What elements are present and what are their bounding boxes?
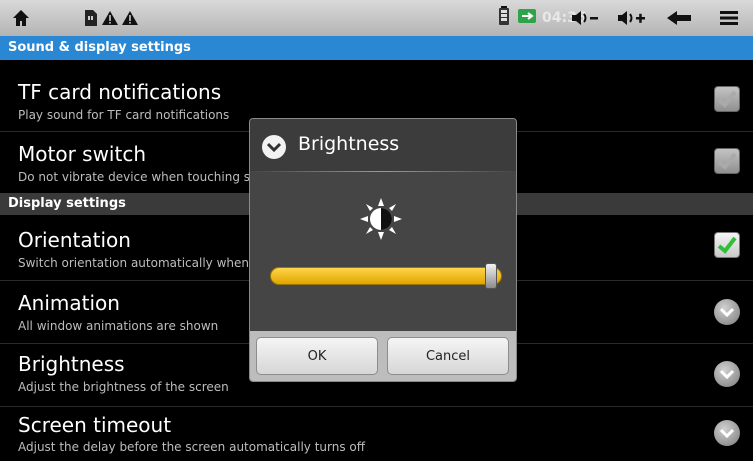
page-title: Sound & display settings <box>8 40 191 55</box>
setting-title: TF card notifications <box>18 80 222 104</box>
chevron-down-icon[interactable] <box>714 420 740 446</box>
brightness-icon <box>360 198 402 240</box>
volume-down-icon[interactable] <box>570 0 600 36</box>
menu-icon[interactable] <box>716 0 742 36</box>
dialog-header: Brightness <box>250 119 516 171</box>
dialog-chevron-icon <box>262 135 286 159</box>
setting-subtitle: Do not vibrate device when touching scre… <box>18 170 284 184</box>
dialog-title: Brightness <box>298 133 400 155</box>
cancel-button[interactable]: Cancel <box>387 337 509 375</box>
setting-title: Brightness <box>18 352 125 376</box>
brightness-slider-thumb[interactable] <box>485 263 498 289</box>
setting-title: Animation <box>18 291 120 315</box>
warning-icon <box>120 0 140 36</box>
setting-title: Orientation <box>18 228 131 252</box>
brightness-slider-track[interactable] <box>270 267 502 285</box>
orientation-checkbox[interactable] <box>714 232 740 258</box>
status-bar: 04:36 <box>0 0 753 36</box>
setting-title: Screen timeout <box>18 413 172 437</box>
ok-button[interactable]: OK <box>256 337 378 375</box>
brightness-dialog: Brightness OK Cancel <box>249 118 517 382</box>
setting-subtitle: Adjust the brightness of the screen <box>18 380 229 394</box>
setting-subtitle: All window animations are shown <box>18 319 219 333</box>
warning-icon <box>100 0 120 36</box>
setting-subtitle: Adjust the delay before the screen autom… <box>18 440 366 454</box>
setting-subtitle: Play sound for TF card notifications <box>18 108 230 122</box>
home-icon[interactable] <box>6 0 36 36</box>
volume-up-icon[interactable] <box>616 0 648 36</box>
section-title: Display settings <box>8 196 126 211</box>
chevron-down-icon[interactable] <box>714 299 740 325</box>
back-icon[interactable] <box>664 0 694 36</box>
motor-switch-checkbox[interactable] <box>714 148 740 174</box>
chevron-down-icon[interactable] <box>714 361 740 387</box>
setting-screen-timeout[interactable]: Screen timeout Adjust the delay before t… <box>0 406 753 461</box>
setting-title: Motor switch <box>18 142 146 166</box>
tf-card-notifications-checkbox[interactable] <box>714 86 740 112</box>
divider <box>250 171 516 172</box>
settings-title-bar: Sound & display settings <box>0 36 753 60</box>
usb-icon <box>518 8 536 28</box>
sd-card-icon <box>80 0 100 36</box>
battery-icon <box>498 6 510 30</box>
